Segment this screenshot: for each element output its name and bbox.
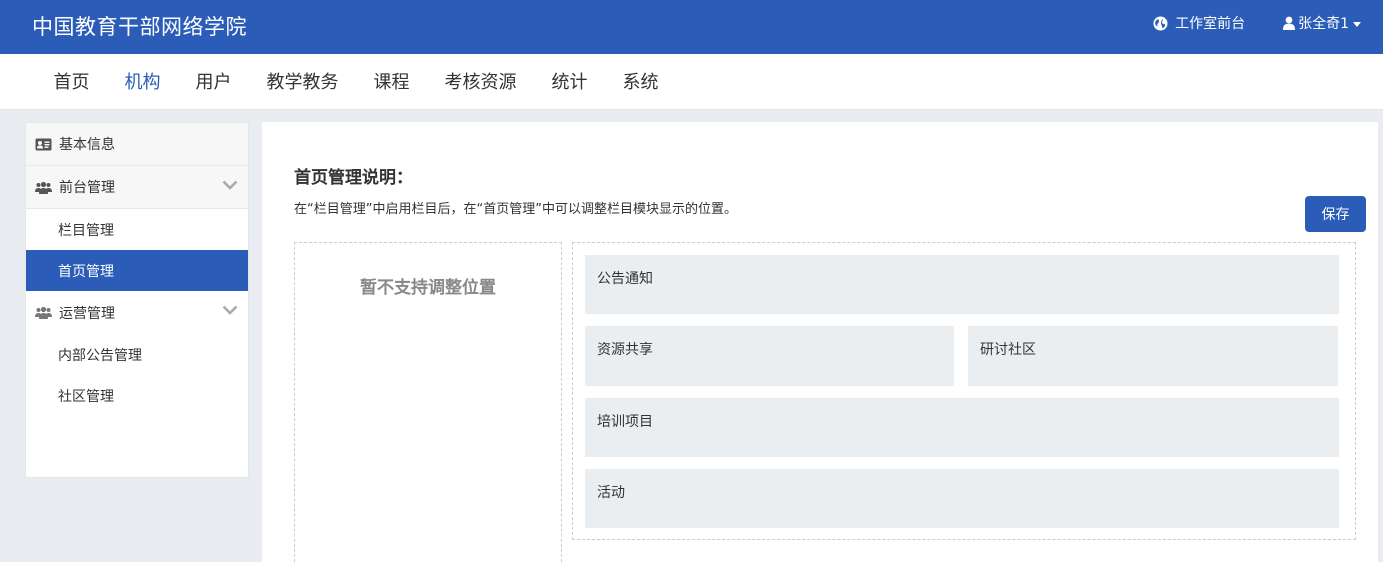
sidebar-item-internal-notice-mgmt[interactable]: 内部公告管理 — [26, 334, 248, 375]
fixed-modules-panel: 暂不支持调整位置 — [294, 242, 562, 562]
unsupported-notice: 暂不支持调整位置 — [360, 278, 496, 298]
users-icon — [35, 181, 52, 194]
module-label: 资源共享 — [597, 342, 653, 358]
module-activity[interactable]: 活动 — [585, 469, 1339, 528]
top-right-links: 工作室前台 张全奇1 — [1153, 0, 1361, 46]
top-bar: 中国教育干部网络学院 工作室前台 张全奇1 — [0, 0, 1383, 54]
module-training[interactable]: 培训项目 — [585, 398, 1339, 457]
sidebar-item-label: 内部公告管理 — [58, 347, 142, 364]
studio-frontend-link[interactable]: 工作室前台 — [1153, 13, 1245, 33]
caret-down-icon — [1353, 21, 1361, 27]
main-nav: 首页 机构 用户 教学教务 课程 考核资源 统计 系统 — [36, 54, 676, 108]
sidebar-item-column-mgmt[interactable]: 栏目管理 — [26, 209, 248, 250]
sidebar-item-community-mgmt[interactable]: 社区管理 — [26, 375, 248, 416]
sidebar: 基本信息 前台管理 栏目管理 首页管理 运营管理 内部公告管理 社区管理 — [25, 122, 249, 478]
sidebar-group-ops-mgmt[interactable]: 运营管理 — [26, 291, 248, 334]
module-label: 培训项目 — [597, 414, 653, 430]
main-panel: 首页管理说明： 在“栏目管理”中启用栏目后，在“首页管理”中可以调整栏目模块显示… — [262, 122, 1378, 562]
save-button[interactable]: 保存 — [1305, 196, 1366, 232]
nav-item[interactable]: 统计 — [534, 68, 605, 94]
sidebar-item-home-mgmt[interactable]: 首页管理 — [26, 250, 248, 291]
page-title: 首页管理说明： — [294, 168, 413, 188]
sidebar-group-front-mgmt[interactable]: 前台管理 — [26, 166, 248, 209]
module-resource[interactable]: 资源共享 — [585, 326, 954, 386]
id-card-icon — [35, 138, 52, 150]
chevron-down-icon — [222, 180, 238, 190]
user-name: 张全奇1 — [1298, 16, 1349, 32]
module-label: 公告通知 — [597, 271, 653, 287]
sidebar-item-label: 首页管理 — [58, 263, 114, 280]
sortable-modules-panel: 公告通知 资源共享 研讨社区 培训项目 活动 — [572, 242, 1356, 540]
sidebar-item-label: 基本信息 — [59, 137, 115, 153]
sidebar-item-label: 社区管理 — [58, 388, 114, 405]
nav-item[interactable]: 用户 — [178, 68, 249, 94]
studio-link-label: 工作室前台 — [1175, 16, 1246, 32]
page-description: 在“栏目管理”中启用栏目后，在“首页管理”中可以调整栏目模块显示的位置。 — [294, 202, 737, 217]
sidebar-group-label: 运营管理 — [59, 305, 115, 322]
chevron-down-icon — [222, 305, 238, 315]
users-icon — [35, 306, 52, 319]
main-nav-bar: 首页 机构 用户 教学教务 课程 考核资源 统计 系统 — [0, 54, 1383, 110]
user-icon — [1283, 16, 1296, 30]
sidebar-group-label: 前台管理 — [59, 180, 115, 196]
user-menu[interactable]: 张全奇1 — [1283, 13, 1361, 33]
module-label: 研讨社区 — [980, 342, 1036, 358]
module-label: 活动 — [597, 485, 625, 501]
module-notice[interactable]: 公告通知 — [585, 255, 1339, 314]
nav-item[interactable]: 教学教务 — [249, 68, 356, 94]
nav-item[interactable]: 课程 — [356, 68, 427, 94]
sidebar-item-label: 栏目管理 — [58, 222, 114, 239]
nav-item[interactable]: 考核资源 — [427, 68, 534, 94]
globe-icon — [1153, 15, 1168, 31]
site-brand[interactable]: 中国教育干部网络学院 — [32, 11, 247, 41]
module-discussion[interactable]: 研讨社区 — [968, 326, 1338, 386]
nav-item[interactable]: 系统 — [605, 68, 676, 94]
nav-item[interactable]: 机构 — [107, 68, 178, 94]
sidebar-item-basic-info[interactable]: 基本信息 — [26, 123, 248, 166]
nav-item[interactable]: 首页 — [36, 68, 107, 94]
